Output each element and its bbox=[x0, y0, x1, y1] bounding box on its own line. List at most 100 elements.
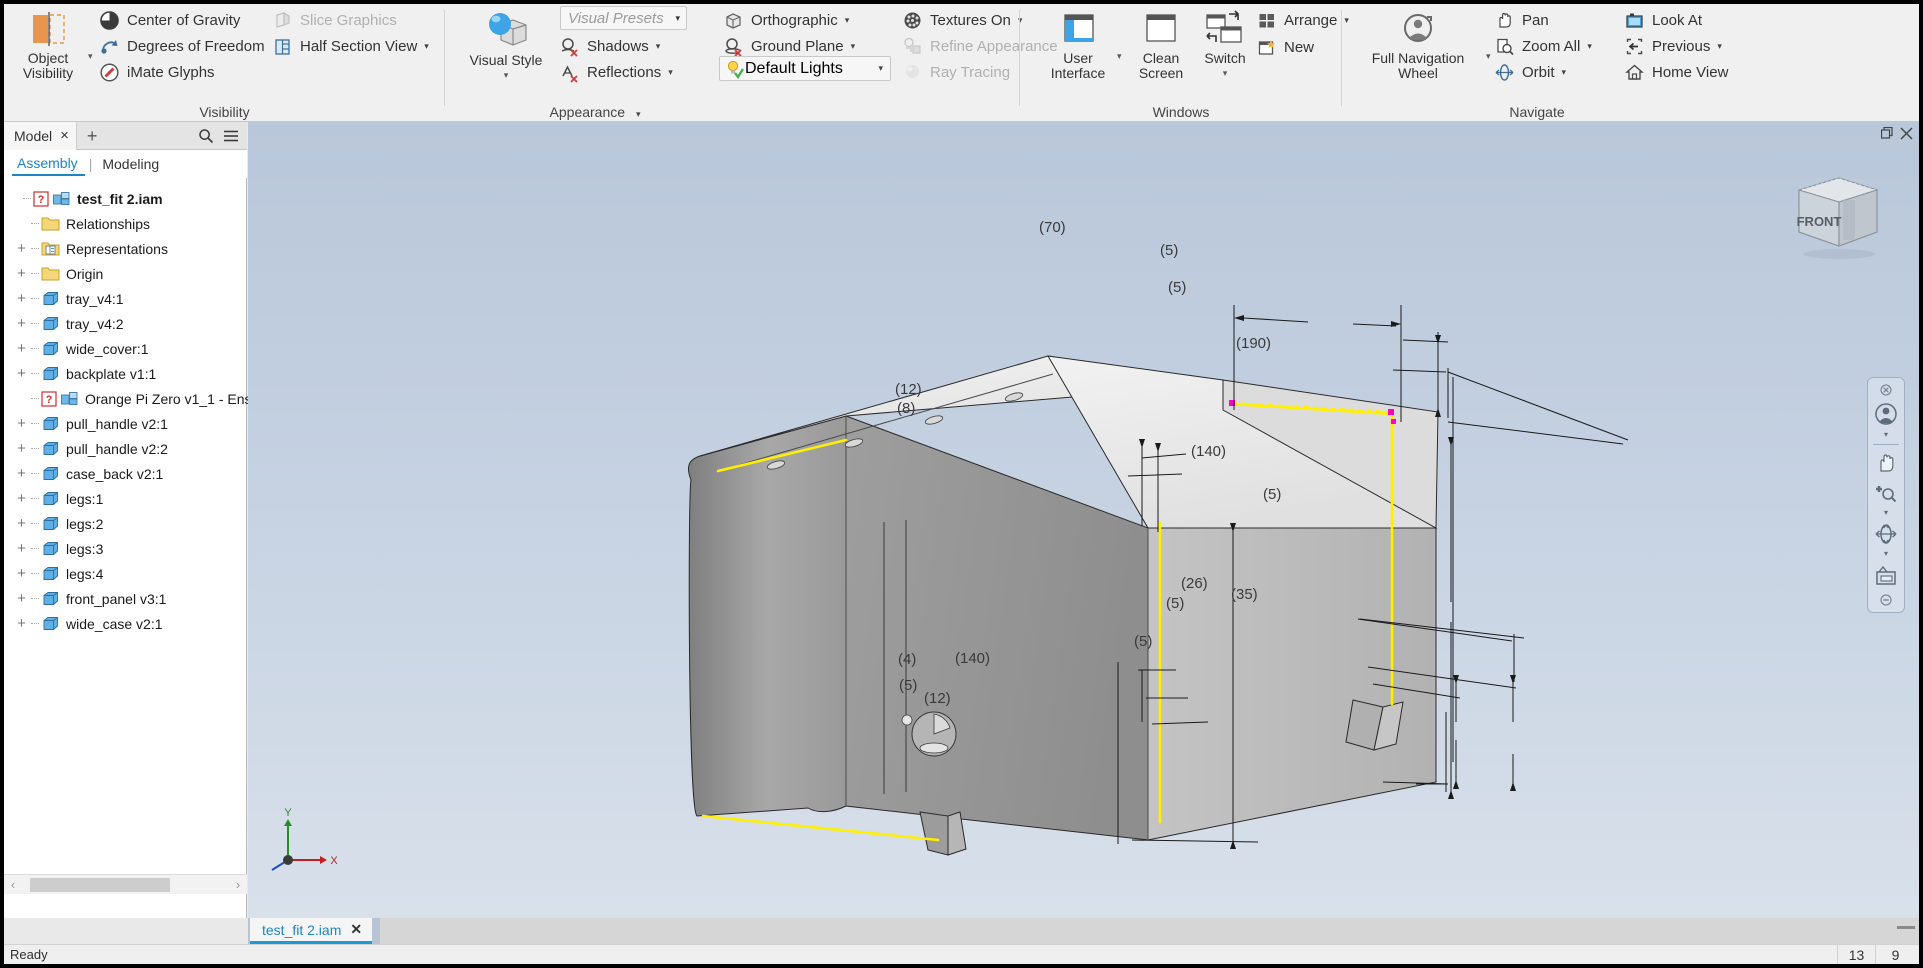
switch-dropdown-icon[interactable]: ▾ bbox=[1223, 68, 1228, 79]
browser-tab-model[interactable]: Model × bbox=[4, 122, 77, 150]
dimension-label[interactable]: (5) bbox=[899, 677, 917, 694]
tree-node[interactable]: +front_panel v3:1 bbox=[4, 586, 247, 611]
nav-close-icon[interactable] bbox=[1871, 383, 1901, 397]
object-visibility-dropdown-icon[interactable]: ▾ bbox=[88, 51, 93, 62]
tree-node[interactable]: +wide_case v2:1 bbox=[4, 611, 247, 636]
expand-toggle-icon[interactable]: + bbox=[15, 542, 28, 555]
document-tab-test-fit[interactable]: test_fit 2.iam ✕ bbox=[250, 918, 372, 944]
dimension-label[interactable]: (5) bbox=[1263, 486, 1281, 503]
mode-modeling-tab[interactable]: Modeling bbox=[96, 154, 165, 174]
expand-toggle-icon[interactable]: + bbox=[15, 617, 28, 630]
expand-toggle-icon[interactable]: + bbox=[15, 567, 28, 580]
imate-glyphs-button[interactable]: iMate Glyphs bbox=[99, 57, 215, 87]
expand-toggle-icon[interactable]: + bbox=[15, 342, 28, 355]
scroll-track[interactable] bbox=[22, 878, 229, 892]
zoom-all-dropdown-icon[interactable]: ▾ bbox=[1587, 42, 1592, 51]
dimension-label[interactable]: (5) bbox=[1168, 279, 1186, 296]
tree-node[interactable]: +pull_handle v2:2 bbox=[4, 436, 247, 461]
view-cube[interactable]: FRONT bbox=[1781, 170, 1891, 265]
tree-node[interactable]: +?Orange Pi Zero v1_1 - Ensaml bbox=[4, 386, 247, 411]
ground-plane-dropdown-icon[interactable]: ▾ bbox=[851, 42, 856, 51]
close-icon[interactable]: ✕ bbox=[350, 921, 362, 938]
dimension-label[interactable]: (5) bbox=[1166, 595, 1184, 612]
shadows-dropdown-icon[interactable]: ▾ bbox=[656, 42, 661, 51]
add-tab-button[interactable]: + bbox=[87, 127, 98, 145]
object-visibility-button[interactable]: Object Visibility bbox=[12, 6, 84, 81]
tree-root-node[interactable]: +?test_fit 2.iam bbox=[4, 186, 247, 211]
tree-node[interactable]: +wide_cover:1 bbox=[4, 336, 247, 361]
steering-wheel-icon[interactable] bbox=[1871, 399, 1901, 429]
expand-toggle-icon[interactable]: + bbox=[15, 492, 28, 505]
dimension-label[interactable]: (140) bbox=[955, 650, 990, 667]
expand-toggle-icon[interactable]: + bbox=[15, 517, 28, 530]
half-section-view-dropdown-icon[interactable]: ▾ bbox=[424, 42, 429, 51]
tree-node[interactable]: +legs:4 bbox=[4, 561, 247, 586]
dimension-label[interactable]: (70) bbox=[1039, 219, 1066, 236]
tree-node[interactable]: +backplate v1:1 bbox=[4, 361, 247, 386]
orbit-dropdown-icon[interactable]: ▾ bbox=[1884, 550, 1888, 559]
tree-node[interactable]: +pull_handle v2:1 bbox=[4, 411, 247, 436]
orthographic-dropdown-icon[interactable]: ▾ bbox=[845, 16, 850, 25]
scroll-left-icon[interactable]: ‹ bbox=[4, 877, 22, 892]
default-lights-caret-icon[interactable]: ▾ bbox=[878, 64, 883, 73]
expand-toggle-icon[interactable]: + bbox=[15, 367, 28, 380]
previous-view-dropdown-icon[interactable]: ▾ bbox=[1717, 42, 1722, 51]
dimension-label[interactable]: (5) bbox=[1134, 633, 1152, 650]
expand-toggle-icon[interactable]: + bbox=[15, 267, 28, 280]
dimension-label[interactable]: (26) bbox=[1181, 575, 1208, 592]
expand-toggle-icon[interactable]: + bbox=[15, 292, 28, 305]
clean-screen-button[interactable]: Clean Screen bbox=[1128, 6, 1194, 81]
dimension-label[interactable]: (12) bbox=[895, 381, 922, 398]
scroll-right-icon[interactable]: › bbox=[229, 877, 247, 892]
scroll-thumb[interactable] bbox=[30, 878, 170, 892]
close-icon[interactable]: × bbox=[60, 127, 69, 144]
expand-toggle-icon[interactable]: + bbox=[15, 442, 28, 455]
dimension-label[interactable]: (8) bbox=[897, 400, 915, 417]
expand-toggle-icon[interactable]: + bbox=[15, 467, 28, 480]
browser-horizontal-scrollbar[interactable]: ‹ › bbox=[4, 874, 247, 894]
user-interface-dropdown-icon[interactable]: ▾ bbox=[1117, 51, 1122, 62]
tree-node[interactable]: +Representations bbox=[4, 236, 247, 261]
visual-presets-caret-icon[interactable]: ▾ bbox=[675, 14, 680, 23]
orbit-dropdown-icon[interactable]: ▾ bbox=[1562, 68, 1567, 77]
assembly-model-graphics[interactable] bbox=[248, 122, 1919, 918]
new-window-button[interactable]: New bbox=[1256, 32, 1314, 62]
hamburger-icon[interactable] bbox=[223, 128, 239, 144]
full-navigation-wheel-dropdown-icon[interactable]: ▾ bbox=[1486, 51, 1491, 62]
pan-hand-icon[interactable] bbox=[1871, 449, 1901, 477]
orbit-button[interactable]: Orbit ▾ bbox=[1494, 57, 1566, 87]
switch-button[interactable]: Switch ▾ bbox=[1196, 6, 1254, 79]
search-icon[interactable] bbox=[198, 128, 214, 144]
dimension-label[interactable]: (35) bbox=[1231, 586, 1258, 603]
tree-node[interactable]: +legs:3 bbox=[4, 536, 247, 561]
orbit-icon[interactable] bbox=[1871, 520, 1901, 548]
mode-assembly-tab[interactable]: Assembly bbox=[12, 153, 85, 176]
3d-viewport[interactable]: (70) (5) (5) (190) (12) (8) (140) (5) (26) (35) (5… bbox=[248, 122, 1919, 918]
nav-menu-icon[interactable] bbox=[1871, 593, 1901, 607]
visual-style-button[interactable]: Visual Style ▾ bbox=[465, 6, 547, 81]
user-interface-button[interactable]: User Interface bbox=[1042, 6, 1114, 81]
reflections-dropdown-icon[interactable]: ▾ bbox=[668, 68, 673, 77]
expand-toggle-icon[interactable]: + bbox=[15, 592, 28, 605]
dimension-label[interactable]: (5) bbox=[1160, 242, 1178, 259]
half-section-view-button[interactable]: Half Section View ▾ bbox=[272, 31, 429, 61]
dimension-label[interactable]: (140) bbox=[1191, 443, 1226, 460]
dimension-label[interactable]: (190) bbox=[1236, 335, 1271, 352]
home-view-button[interactable]: Home View bbox=[1624, 57, 1728, 87]
tree-node[interactable]: +tray_v4:1 bbox=[4, 286, 247, 311]
tree-node[interactable]: +tray_v4:2 bbox=[4, 311, 247, 336]
tree-node[interactable]: +Origin bbox=[4, 261, 247, 286]
dimension-label[interactable]: (4) bbox=[898, 651, 916, 668]
default-lights-dropdown[interactable]: Default Lights ▾ bbox=[719, 56, 891, 81]
visual-presets-dropdown[interactable]: Visual Presets ▾ bbox=[560, 6, 687, 30]
visual-style-dropdown-icon[interactable]: ▾ bbox=[504, 70, 509, 81]
resize-grip[interactable] bbox=[1897, 926, 1915, 929]
tree-node[interactable]: +case_back v2:1 bbox=[4, 461, 247, 486]
navigation-bar[interactable]: ▾ ▾ bbox=[1867, 377, 1905, 613]
dimension-label[interactable]: (12) bbox=[924, 690, 951, 707]
reflections-button[interactable]: Reflections ▾ bbox=[559, 57, 673, 87]
nav-wheel-dropdown-icon[interactable]: ▾ bbox=[1884, 431, 1888, 440]
look-at-camera-icon[interactable] bbox=[1871, 561, 1901, 591]
expand-toggle-icon[interactable]: + bbox=[15, 317, 28, 330]
tree-node[interactable]: +legs:1 bbox=[4, 486, 247, 511]
